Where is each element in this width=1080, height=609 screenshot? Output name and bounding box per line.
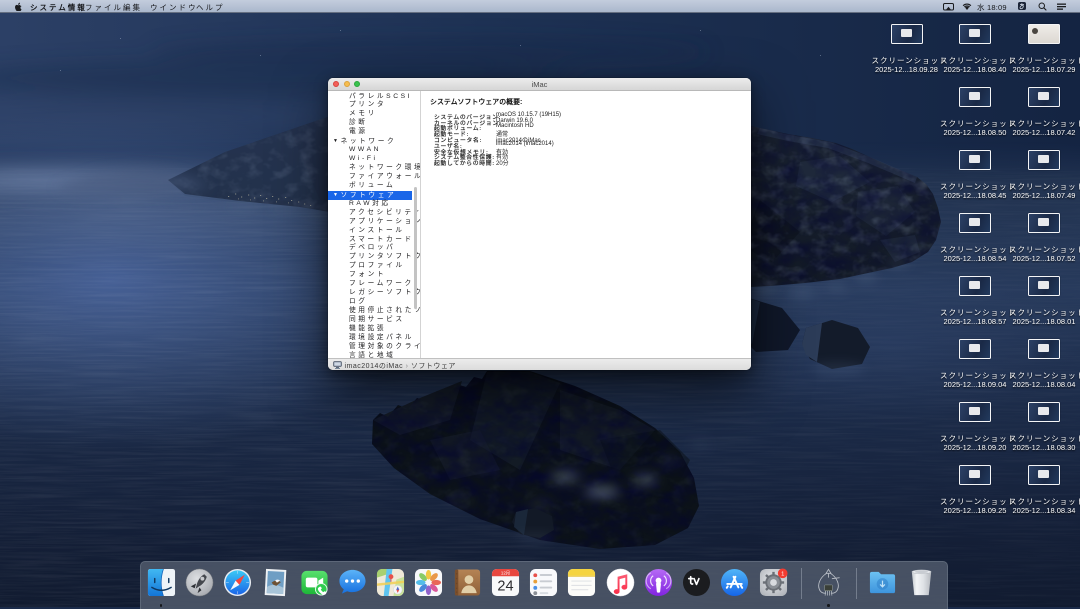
svg-text:1: 1 xyxy=(781,571,784,577)
svg-text:24: 24 xyxy=(497,579,513,595)
